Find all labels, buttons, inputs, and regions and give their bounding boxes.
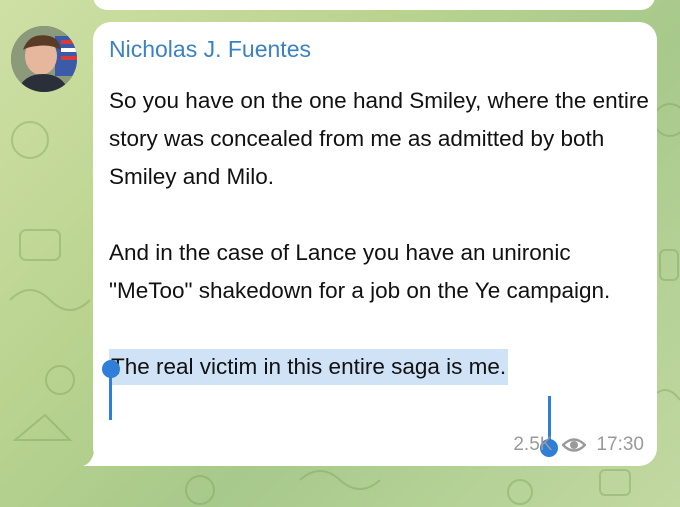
message-paragraph-2: And in the case of Lance you have an uni… <box>109 240 611 303</box>
message-bubble[interactable]: Nicholas J. Fuentes So you have on the o… <box>93 22 657 466</box>
previous-message-bubble[interactable] <box>93 0 655 10</box>
selection-handle-start-icon[interactable] <box>101 360 121 422</box>
bubble-tail <box>83 447 113 466</box>
sender-name[interactable]: Nicholas J. Fuentes <box>109 36 311 63</box>
selected-text[interactable]: The real victim in this entire saga is m… <box>109 349 509 385</box>
message-time: 17:30 <box>596 434 644 455</box>
message-paragraph-1: So you have on the one hand Smiley, wher… <box>109 88 649 189</box>
message-text: So you have on the one hand Smiley, wher… <box>109 82 649 386</box>
avatar[interactable] <box>11 26 77 92</box>
view-count: 2.5K <box>513 434 553 455</box>
eye-icon <box>562 438 587 452</box>
message-meta: 2.5K 17:30 <box>513 434 644 456</box>
